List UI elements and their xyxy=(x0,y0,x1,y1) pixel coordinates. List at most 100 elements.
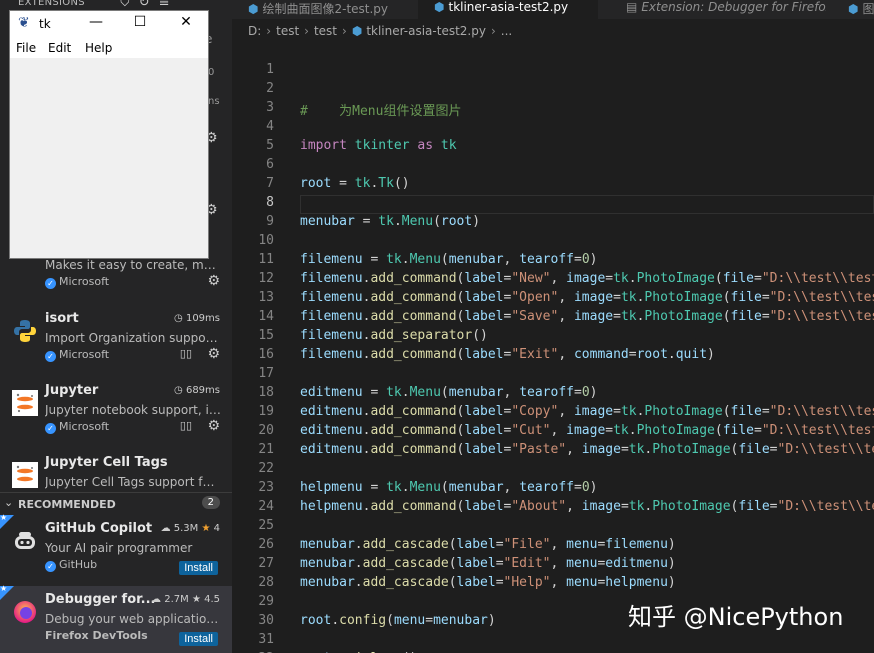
breadcrumb-folder[interactable]: test xyxy=(276,24,299,38)
code-token: , xyxy=(558,290,574,305)
maximize-icon[interactable]: ☐ xyxy=(130,14,150,30)
extension-item-debugger-for-firefox[interactable]: ★ Debugger for... ☁ 2.7M ★ 4.5 Debug you… xyxy=(0,584,232,653)
code-line[interactable]: 27 menubar.add_cascade(label="Edit", menu… xyxy=(232,556,874,575)
code-token: label xyxy=(456,575,496,590)
code-token: editmenu xyxy=(300,404,363,419)
code-line[interactable]: 5 import tkinter as tk xyxy=(232,138,874,157)
code-token: . xyxy=(401,252,410,267)
code-token: , xyxy=(503,385,520,400)
code-line[interactable]: 19 editmenu.add_command(label="Copy", ima… xyxy=(232,404,874,423)
breadcrumb-drive[interactable]: D: xyxy=(248,24,261,38)
code-editor[interactable]: 1 2 3 # 为Menu组件设置图片 4 5 import tkinter as tk 6 7… xyxy=(232,62,874,653)
code-token: root xyxy=(636,347,668,362)
code-line[interactable]: 15 filemenu.add_separator() xyxy=(232,328,874,347)
python-file-icon: ⬢ xyxy=(351,24,363,38)
code-line[interactable]: 25 xyxy=(232,518,874,537)
code-text: root.config(menu=menubar) xyxy=(300,613,496,628)
code-token: add_command xyxy=(370,423,457,438)
code-token: root xyxy=(300,613,332,628)
code-line[interactable]: 18 editmenu = tk.Menu(menubar, tearoff=0) xyxy=(232,385,874,404)
code-token: = xyxy=(605,271,614,286)
code-token: 0 xyxy=(581,480,590,495)
recommended-count-badge: 2 xyxy=(201,496,220,509)
code-token: tk xyxy=(628,499,645,514)
code-line[interactable]: 20 editmenu. add_command (label = "Cut", imag… xyxy=(232,423,874,442)
line-number: 10 xyxy=(258,233,274,248)
code-token: = xyxy=(754,423,762,438)
recommended-section-header[interactable]: ⌄ RECOMMENDED 2 xyxy=(0,492,232,515)
code-line[interactable]: 4 xyxy=(232,119,874,138)
code-line[interactable]: 1 xyxy=(232,62,874,81)
breadcrumb-symbol[interactable]: ... xyxy=(501,24,512,38)
code-token: ( xyxy=(433,214,441,229)
code-line[interactable]: 11 filemenu = tk.Menu(menubar, tearoff=0) xyxy=(232,252,874,271)
tk-menu-edit[interactable]: Edit xyxy=(48,41,71,55)
code-text: menubar.add_cascade(label="Edit", menu=e… xyxy=(300,556,676,571)
tk-menu-help[interactable]: Help xyxy=(85,41,112,55)
gear-icon[interactable]: ⚙ xyxy=(207,273,220,289)
code-text: filemenu.add_command(label="Save", image… xyxy=(300,309,874,324)
filter-icon[interactable]: ⛉ xyxy=(120,0,130,10)
tab-extension-debugger-firefox[interactable]: ▤ Extension: Debugger for Firefox xyxy=(610,0,826,19)
code-line[interactable]: 6 xyxy=(232,157,874,176)
code-line[interactable]: 22 xyxy=(232,461,874,480)
tab-surface-plot[interactable]: ⬢ 绘制曲面图像2-test.py xyxy=(232,0,410,19)
code-token: ) xyxy=(667,575,676,590)
current-line-highlight xyxy=(300,195,874,214)
code-line[interactable]: 24 helpmenu.add_command(label="About", im… xyxy=(232,499,874,518)
install-button[interactable]: Install xyxy=(179,632,218,646)
minimize-icon[interactable]: — xyxy=(86,14,106,30)
tk-menu-file[interactable]: File xyxy=(16,41,36,55)
line-number: 28 xyxy=(258,575,274,590)
code-token: quit xyxy=(675,347,708,362)
code-line[interactable]: 23 helpmenu = tk.Menu(menubar, tearoff=0) xyxy=(232,480,874,499)
code-line[interactable]: 14 filemenu.add_command(label="Save", ima… xyxy=(232,309,874,328)
extension-item-jupyter[interactable]: Jupyter ◷ 689ms Jupyter notebook support… xyxy=(0,377,232,449)
code-line[interactable]: 13 filemenu.add_command(label="Open", ima… xyxy=(232,290,874,309)
gear-icon[interactable]: ⚙ xyxy=(207,418,220,434)
code-line[interactable]: 2 xyxy=(232,81,874,100)
tk-titlebar[interactable]: ❦ tk — ☐ ✕ xyxy=(10,11,208,38)
tab-tkliner-asia-test2[interactable]: ⬢ tkliner-asia-test2.py xyxy=(418,0,598,19)
code-token: label xyxy=(464,442,504,457)
extension-name: isort xyxy=(45,311,79,326)
code-line[interactable]: 16 filemenu.add_command(label="Exit", com… xyxy=(232,347,874,366)
code-line[interactable]: 8 xyxy=(232,195,874,214)
breadcrumb-folder[interactable]: test xyxy=(314,24,337,38)
code-token: menubar xyxy=(448,480,504,495)
install-button[interactable]: Install xyxy=(179,561,218,575)
code-line[interactable]: 3 # 为Menu组件设置图片 xyxy=(232,100,874,119)
code-token: "D:\\test\\test\ xyxy=(761,271,874,286)
split-editor-icon[interactable]: ▯▯ xyxy=(180,419,192,432)
code-token: = xyxy=(425,613,434,628)
code-token: label xyxy=(464,309,504,324)
extension-item-isort[interactable]: isort ◷ 109ms Import Organization suppor… xyxy=(0,305,232,377)
refresh-icon[interactable]: ↻ xyxy=(139,0,150,10)
code-line[interactable]: 17 xyxy=(232,366,874,385)
tab-overflow[interactable]: ⬢ 图 xyxy=(832,0,874,19)
code-line[interactable]: 26 menubar.add_cascade(label="File", menu… xyxy=(232,537,874,556)
code-token: PhotoImage xyxy=(644,404,723,419)
gear-icon[interactable]: ⚙ xyxy=(207,346,220,362)
line-number: 9 xyxy=(266,214,274,229)
code-line[interactable]: 7 root = tk.Tk() xyxy=(232,176,874,195)
code-line[interactable]: 21 editmenu.add_command(label="Paste", im… xyxy=(232,442,874,461)
split-editor-icon[interactable]: ▯▯ xyxy=(180,347,192,360)
code-line[interactable]: 12 filemenu. add_command (label = "New", imag… xyxy=(232,271,874,290)
code-line[interactable]: 31 xyxy=(232,632,874,651)
code-line[interactable]: 28 menubar.add_cascade(label="Help", menu… xyxy=(232,575,874,594)
extension-item-github-copilot[interactable]: ★ GitHub Copilot ☁ 5.3M ★ 4 Your AI pair… xyxy=(0,513,232,585)
more-actions-icon[interactable]: ≡ xyxy=(159,0,170,10)
code-line[interactable]: 10 xyxy=(232,233,874,252)
code-token: . xyxy=(393,214,402,229)
close-icon[interactable]: ✕ xyxy=(176,14,196,30)
code-token: tk xyxy=(628,442,645,457)
code-token: ( xyxy=(714,423,723,438)
code-token: = xyxy=(769,499,778,514)
verified-icon: ✓ xyxy=(45,561,56,572)
code-token: . xyxy=(401,385,410,400)
tk-window[interactable]: ❦ tk — ☐ ✕ File Edit Help xyxy=(9,10,209,259)
breadcrumb-file[interactable]: tkliner-asia-test2.py xyxy=(366,24,486,38)
code-line[interactable]: 9 menubar = tk.Menu(root) xyxy=(232,214,874,233)
line-number: 17 xyxy=(258,366,274,381)
